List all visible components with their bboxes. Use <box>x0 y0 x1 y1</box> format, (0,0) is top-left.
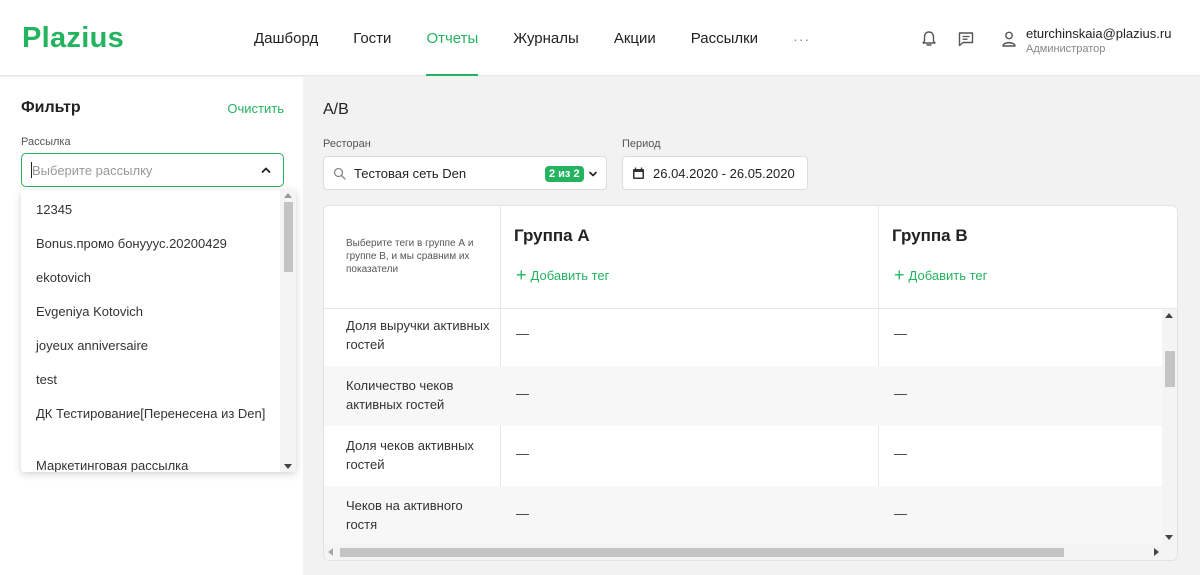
group-b-title: Группа В <box>892 226 968 245</box>
selected-count-badge: 2 из 2 <box>545 166 584 182</box>
page-title: A/B <box>323 101 349 118</box>
period-value: 26.04.2020 - 26.05.2020 <box>653 166 795 181</box>
dropdown-option[interactable]: 12345 <box>36 201 276 219</box>
nav-item-journals[interactable]: Журналы <box>513 0 579 76</box>
nav-item-promotions[interactable]: Акции <box>614 0 656 76</box>
table-row: Доля чеков активных гостей — — <box>324 426 1164 486</box>
nav-item-dashboard[interactable]: Дашборд <box>254 0 318 76</box>
metric-label: Количество чеков активных гостей <box>346 378 454 412</box>
ab-comparison-panel: Выберите теги в группе А и группе В, и м… <box>323 205 1178 561</box>
dropdown-scroll-thumb[interactable] <box>284 202 293 272</box>
bell-icon[interactable] <box>920 30 938 48</box>
top-header: Plazius Дашборд Гости Отчеты Журналы Акц… <box>0 0 1200 76</box>
user-role: Администратор <box>1026 43 1106 55</box>
search-icon <box>333 167 346 180</box>
period-label: Период <box>622 138 661 150</box>
group-a-value: — <box>516 506 529 521</box>
group-a-value: — <box>516 326 529 341</box>
dropdown-option[interactable]: Bonus.промо бонууус.20200429 <box>36 235 276 253</box>
add-tag-label: Добавить тег <box>908 268 988 283</box>
mailing-select-placeholder: Выберите рассылку <box>32 163 153 178</box>
dropdown-option[interactable]: Evgeniya Kotovich <box>36 303 276 321</box>
restaurant-select[interactable]: Тестовая сеть Den 2 из 2 <box>323 156 607 190</box>
group-b-value: — <box>894 386 907 401</box>
logo[interactable]: Plazius <box>22 22 124 55</box>
chevron-down-icon[interactable] <box>588 169 598 179</box>
scroll-right-icon[interactable] <box>1154 548 1159 556</box>
dropdown-option[interactable]: test <box>36 371 276 389</box>
group-b-value: — <box>894 506 907 521</box>
scroll-down-icon[interactable] <box>284 464 292 469</box>
metric-label: Чеков на активного гостя <box>346 498 463 532</box>
nav-item-reports[interactable]: Отчеты <box>426 0 478 76</box>
filter-sidebar: Фильтр Очистить Рассылка Выберите рассыл… <box>0 77 303 575</box>
restaurant-value: Тестовая сеть Den <box>354 166 467 181</box>
group-a-value: — <box>516 386 529 401</box>
nav-item-guests[interactable]: Гости <box>353 0 391 76</box>
table-vertical-scrollbar[interactable] <box>1162 309 1177 544</box>
group-b-value: — <box>894 446 907 461</box>
user-info[interactable]: eturchinskaia@plazius.ru Администратор <box>1026 27 1171 56</box>
clear-filter-button[interactable]: Очистить <box>227 101 284 116</box>
metric-label: Доля чеков активных гостей <box>346 438 474 472</box>
filter-title: Фильтр <box>21 99 81 116</box>
mailing-select[interactable]: Выберите рассылку <box>21 153 284 187</box>
table-row: Количество чеков активных гостей — — <box>324 366 1164 426</box>
chevron-up-icon[interactable] <box>260 164 272 176</box>
user-email: eturchinskaia@plazius.ru <box>1026 26 1172 41</box>
main-nav: Дашборд Гости Отчеты Журналы Акции Рассы… <box>254 0 810 76</box>
plus-icon: + <box>516 265 527 285</box>
dropdown-option[interactable]: Маркетинговая рассылка <box>36 457 276 472</box>
add-tag-group-b-button[interactable]: + Добавить тег <box>894 264 987 285</box>
scroll-up-icon[interactable] <box>1165 313 1173 318</box>
table-row: Доля выручки активных гостей — — <box>324 306 1164 366</box>
group-a-value: — <box>516 446 529 461</box>
dropdown-scrollbar[interactable] <box>280 190 296 472</box>
message-icon[interactable] <box>957 30 975 48</box>
scroll-down-icon[interactable] <box>1165 535 1173 540</box>
nav-more-button[interactable]: ··· <box>793 0 810 76</box>
dropdown-option[interactable]: ДК Тестирование[Перенесена из Den] <box>36 405 276 423</box>
dropdown-option[interactable]: joyeux anniversaire <box>36 337 276 355</box>
nav-item-mailings[interactable]: Рассылки <box>691 0 758 76</box>
table-row: Чеков на активного гостя — — <box>324 486 1164 546</box>
vertical-scroll-thumb[interactable] <box>1165 351 1175 387</box>
table-horizontal-scrollbar[interactable] <box>324 544 1177 560</box>
add-tag-group-a-button[interactable]: + Добавить тег <box>516 264 609 285</box>
plus-icon: + <box>894 265 905 285</box>
mailing-dropdown-list: 12345 Bonus.промо бонууус.20200429 ekoto… <box>21 190 296 472</box>
dropdown-option[interactable]: ekotovich <box>36 269 276 287</box>
comparison-hint: Выберите теги в группе А и группе В, и м… <box>346 238 474 275</box>
scroll-left-icon[interactable] <box>328 548 333 556</box>
metric-label: Доля выручки активных гостей <box>346 318 490 352</box>
mailing-field-label: Рассылка <box>21 136 71 148</box>
scroll-up-icon[interactable] <box>284 193 292 198</box>
group-a-title: Группа А <box>514 226 590 245</box>
add-tag-label: Добавить тег <box>530 268 610 283</box>
user-icon[interactable] <box>1000 30 1018 48</box>
restaurant-label: Ресторан <box>323 138 371 150</box>
horizontal-scroll-thumb[interactable] <box>340 548 1064 557</box>
calendar-icon <box>633 167 644 179</box>
group-b-value: — <box>894 326 907 341</box>
period-picker[interactable]: 26.04.2020 - 26.05.2020 <box>622 156 808 190</box>
